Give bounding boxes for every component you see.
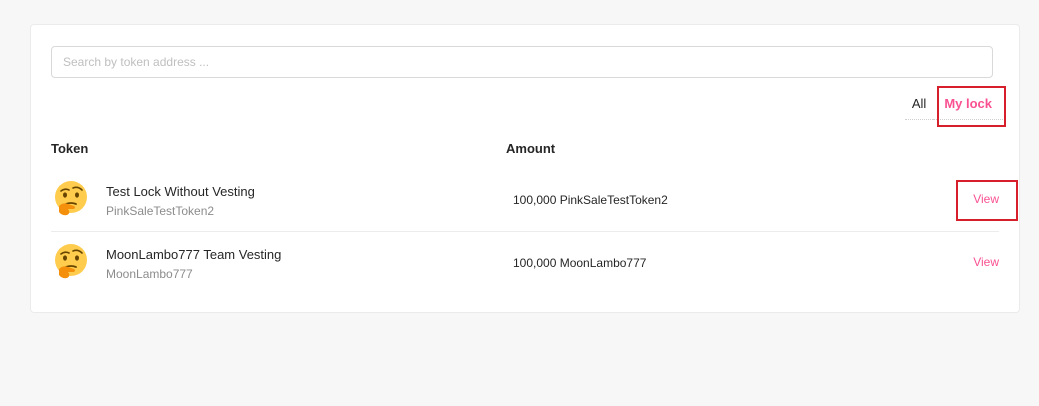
tab-my-lock[interactable]: My lock: [933, 90, 1003, 120]
table-row: MoonLambo777 Team Vesting MoonLambo777 1…: [51, 232, 999, 294]
token-lock-card: All My lock Token Amount Test Lock Witho…: [30, 24, 1020, 313]
thinking-face-icon: [55, 181, 87, 216]
token-lock-name: Test Lock Without Vesting: [106, 184, 255, 199]
view-link[interactable]: View: [973, 192, 999, 206]
lock-filter-tabs: All My lock: [904, 89, 1003, 121]
token-symbol: MoonLambo777: [106, 267, 193, 281]
tab-all[interactable]: All: [904, 90, 934, 120]
thinking-face-icon: [55, 244, 87, 279]
column-header-token: Token: [51, 141, 89, 156]
view-link[interactable]: View: [973, 255, 999, 269]
token-symbol: PinkSaleTestToken2: [106, 204, 215, 218]
token-lock-name: MoonLambo777 Team Vesting: [106, 247, 282, 262]
search-input[interactable]: [51, 46, 993, 78]
column-header-amount: Amount: [506, 141, 556, 156]
table-row: Test Lock Without Vesting PinkSaleTestTo…: [51, 169, 999, 232]
lock-amount: 100,000 PinkSaleTestToken2: [513, 193, 668, 207]
lock-amount: 100,000 MoonLambo777: [513, 256, 647, 270]
